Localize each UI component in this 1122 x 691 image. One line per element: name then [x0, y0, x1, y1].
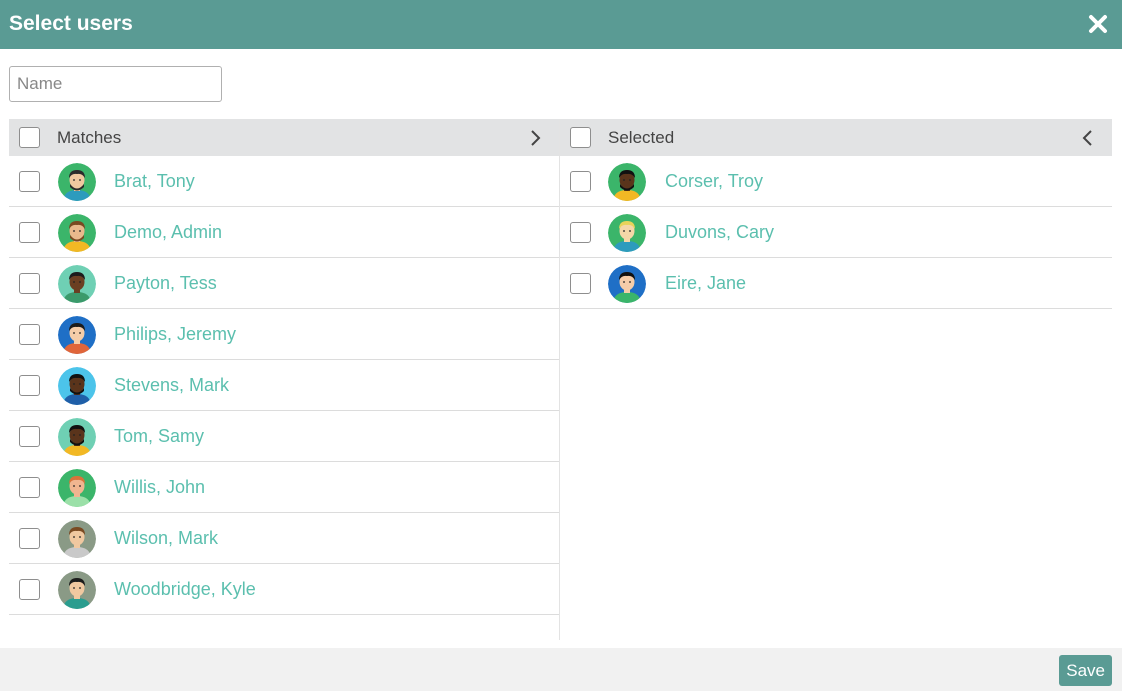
user-row: Woodbridge, Kyle: [9, 564, 559, 615]
save-button[interactable]: Save: [1059, 655, 1112, 686]
user-row: Wilson, Mark: [9, 513, 559, 564]
user-name-link[interactable]: Corser, Troy: [665, 171, 763, 192]
user-checkbox[interactable]: [570, 171, 591, 192]
selected-panel: Selected Corser, Troy Duvons, Cary Eire,…: [560, 119, 1112, 309]
select-all-selected-checkbox[interactable]: [570, 127, 591, 148]
user-checkbox[interactable]: [19, 171, 40, 192]
dialog-footer: Save: [0, 648, 1122, 691]
user-name-link[interactable]: Willis, John: [114, 477, 205, 498]
avatar: [58, 316, 96, 354]
avatar: [58, 418, 96, 456]
avatar: [608, 163, 646, 201]
user-name-link[interactable]: Payton, Tess: [114, 273, 217, 294]
user-row: Stevens, Mark: [9, 360, 559, 411]
matches-panel: Matches Brat, Tony Demo, Admin Payton, T…: [9, 119, 560, 640]
user-row: Duvons, Cary: [560, 207, 1112, 258]
selected-list: Corser, Troy Duvons, Cary Eire, Jane: [560, 156, 1112, 309]
avatar: [608, 265, 646, 303]
user-row: Eire, Jane: [560, 258, 1112, 309]
selected-header-label: Selected: [608, 128, 675, 147]
avatar: [58, 571, 96, 609]
avatar: [608, 214, 646, 252]
avatar: [58, 520, 96, 558]
selected-header: Selected: [560, 119, 1112, 156]
user-checkbox[interactable]: [19, 528, 40, 549]
matches-header-label: Matches: [57, 128, 122, 147]
user-name-link[interactable]: Brat, Tony: [114, 171, 195, 192]
user-checkbox[interactable]: [19, 579, 40, 600]
user-row: Corser, Troy: [560, 156, 1112, 207]
user-name-link[interactable]: Wilson, Mark: [114, 528, 218, 549]
avatar: [58, 163, 96, 201]
user-name-link[interactable]: Demo, Admin: [114, 222, 222, 243]
user-row: Tom, Samy: [9, 411, 559, 462]
name-search-input[interactable]: [9, 66, 222, 102]
user-name-link[interactable]: Stevens, Mark: [114, 375, 229, 396]
user-name-link[interactable]: Eire, Jane: [665, 273, 746, 294]
dialog-title: Select users: [9, 12, 133, 35]
avatar: [58, 469, 96, 507]
avatar: [58, 214, 96, 252]
user-row: Demo, Admin: [9, 207, 559, 258]
user-row: Brat, Tony: [9, 156, 559, 207]
close-icon[interactable]: [1086, 12, 1110, 36]
user-checkbox[interactable]: [19, 222, 40, 243]
user-checkbox[interactable]: [570, 222, 591, 243]
user-row: Philips, Jeremy: [9, 309, 559, 360]
user-checkbox[interactable]: [19, 324, 40, 345]
user-row: Payton, Tess: [9, 258, 559, 309]
chevron-left-icon[interactable]: [1078, 128, 1098, 148]
select-all-matches-checkbox[interactable]: [19, 127, 40, 148]
matches-list: Brat, Tony Demo, Admin Payton, Tess Phil…: [9, 156, 559, 615]
user-name-link[interactable]: Woodbridge, Kyle: [114, 579, 256, 600]
matches-header: Matches: [9, 119, 559, 156]
chevron-right-icon[interactable]: [525, 128, 545, 148]
user-checkbox[interactable]: [19, 426, 40, 447]
user-checkbox[interactable]: [19, 273, 40, 294]
dialog-header: Select users: [0, 0, 1122, 49]
user-checkbox[interactable]: [19, 375, 40, 396]
user-name-link[interactable]: Tom, Samy: [114, 426, 204, 447]
user-row: Willis, John: [9, 462, 559, 513]
user-name-link[interactable]: Duvons, Cary: [665, 222, 774, 243]
user-name-link[interactable]: Philips, Jeremy: [114, 324, 236, 345]
user-checkbox[interactable]: [19, 477, 40, 498]
user-checkbox[interactable]: [570, 273, 591, 294]
avatar: [58, 265, 96, 303]
avatar: [58, 367, 96, 405]
